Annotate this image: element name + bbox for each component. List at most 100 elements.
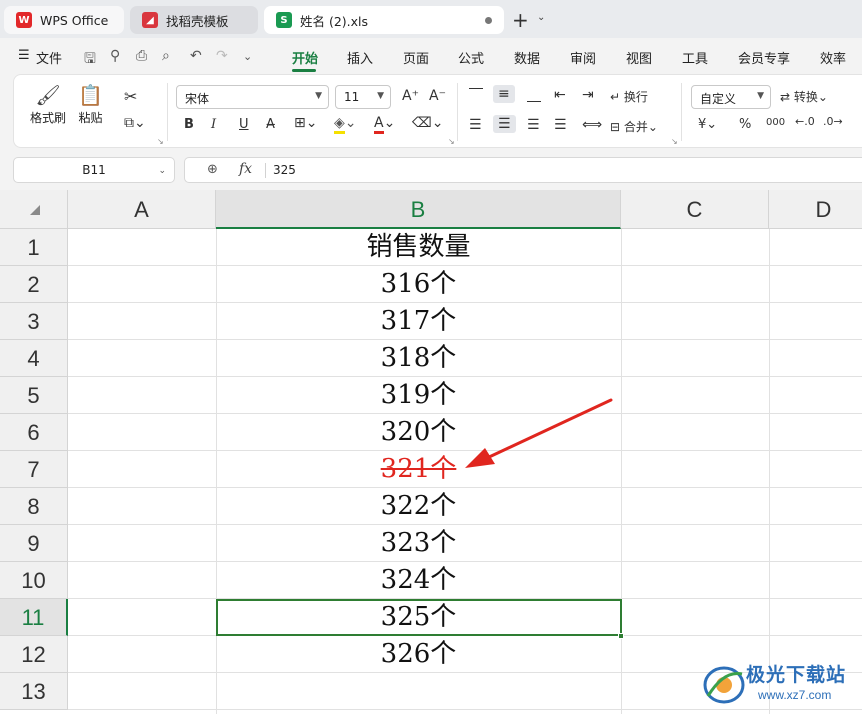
row-header[interactable]: 5 (0, 377, 68, 414)
eraser-icon[interactable]: ⌫⌄ (412, 115, 444, 131)
menu-efficiency[interactable]: 效率 (820, 48, 846, 67)
cell-b10[interactable]: 324个 (216, 562, 621, 599)
menu-tools[interactable]: 工具 (682, 48, 708, 67)
chevron-down-icon[interactable]: ⌄ (537, 12, 545, 23)
menu-review[interactable]: 审阅 (570, 48, 596, 67)
thousands-button[interactable]: 000 (766, 117, 785, 128)
distribute-icon[interactable]: ⟺ (582, 117, 602, 133)
fill-handle[interactable] (618, 633, 624, 639)
print-icon[interactable]: ⎙ (136, 48, 147, 64)
align-top-icon[interactable]: ⎺ (469, 87, 483, 103)
convert-button[interactable]: ⇄ 转换⌄ (780, 88, 828, 105)
decrease-decimal-icon[interactable]: .0→ (823, 115, 843, 128)
format-painter-button[interactable]: 🖌 格式刷 (30, 83, 66, 126)
bold-button[interactable]: B (184, 117, 194, 132)
unsaved-dot-icon[interactable] (485, 17, 492, 24)
add-tab-button[interactable]: + (512, 8, 529, 32)
justify-icon[interactable]: ☰ (554, 117, 567, 133)
formula-input[interactable]: 325 (273, 163, 296, 177)
undo-icon[interactable]: ↶ (190, 48, 202, 64)
align-right-icon[interactable]: ☰ (527, 117, 540, 133)
menu-file[interactable]: 文件 (36, 48, 62, 67)
cell-b13[interactable] (216, 673, 621, 710)
border-icon[interactable]: ⊞⌄ (294, 115, 317, 131)
dialog-launcher-icon[interactable]: ↘ (157, 137, 164, 146)
scissors-icon[interactable]: ✂ (124, 87, 137, 106)
align-middle-icon[interactable]: ≡ (493, 85, 515, 103)
menu-data[interactable]: 数据 (514, 48, 540, 67)
menu-page[interactable]: 页面 (403, 48, 429, 67)
select-all-button[interactable] (0, 190, 68, 229)
font-color-button[interactable]: A⌄ (374, 115, 395, 134)
print-preview-icon[interactable]: ⌕ (162, 48, 170, 64)
menu-home[interactable]: 开始 (292, 48, 318, 67)
watermark-title: 极光下载站 (746, 664, 847, 686)
cell-b2[interactable]: 316个 (216, 266, 621, 303)
paste-button[interactable]: 📋 粘贴 (78, 83, 103, 126)
share-icon[interactable]: ⚲ (110, 48, 120, 64)
column-header-b[interactable]: B (216, 190, 621, 229)
row-header[interactable]: 7 (0, 451, 68, 488)
insert-function-icon[interactable]: fx (239, 161, 252, 177)
row-header[interactable]: 8 (0, 488, 68, 525)
currency-button[interactable]: ¥⌄ (698, 117, 717, 132)
row-header[interactable]: 9 (0, 525, 68, 562)
fill-color-icon[interactable]: ◈⌄ (334, 115, 357, 134)
indent-decrease-icon[interactable]: ⇤ (554, 87, 566, 103)
row-header[interactable]: 4 (0, 340, 68, 377)
column-header-a[interactable]: A (68, 190, 216, 229)
tab-label: WPS Office (40, 12, 109, 28)
row-header[interactable]: 12 (0, 636, 68, 673)
menu-view[interactable]: 视图 (626, 48, 652, 67)
wrap-text-button[interactable]: ↵ 换行 (610, 88, 648, 105)
row-header[interactable]: 2 (0, 266, 68, 303)
dialog-launcher-icon[interactable]: ↘ (671, 137, 678, 146)
percent-button[interactable]: % (739, 117, 751, 132)
align-bottom-icon[interactable]: ⎽ (527, 87, 541, 103)
menu-formula[interactable]: 公式 (458, 48, 484, 67)
cell-b12[interactable]: 326个 (216, 636, 621, 673)
row-header[interactable]: 6 (0, 414, 68, 451)
chevron-down-icon[interactable]: ⌄ (158, 159, 166, 183)
dialog-launcher-icon[interactable]: ↘ (448, 137, 455, 146)
cell-b1[interactable]: 销售数量 (216, 229, 621, 266)
align-left-icon[interactable]: ☰ (469, 117, 482, 133)
hamburger-icon[interactable]: ☰ (18, 48, 30, 63)
increase-font-icon[interactable]: A⁺ (402, 88, 419, 104)
row-header[interactable]: 13 (0, 673, 68, 710)
cell-b3[interactable]: 317个 (216, 303, 621, 340)
cell-b4[interactable]: 318个 (216, 340, 621, 377)
number-format-select[interactable]: 自定义 ▼ (691, 85, 771, 109)
underline-button[interactable]: U (239, 117, 249, 132)
menu-member[interactable]: 会员专享 (738, 48, 790, 67)
tab-template[interactable]: ◢ 找稻壳模板 (130, 6, 258, 34)
chevron-down-icon[interactable]: ⌄ (243, 50, 252, 63)
row-header[interactable]: 11 (0, 599, 68, 636)
redo-icon[interactable]: ↷ (216, 48, 228, 64)
row-header[interactable]: 3 (0, 303, 68, 340)
row-header[interactable]: 10 (0, 562, 68, 599)
font-size-select[interactable]: 11 ▼ (335, 85, 391, 109)
menu-insert[interactable]: 插入 (347, 48, 373, 67)
column-header-d[interactable]: D (769, 190, 862, 229)
tab-wps-office[interactable]: W WPS Office (4, 6, 124, 34)
font-name-select[interactable]: 宋体 ▼ (176, 85, 329, 109)
column-header-c[interactable]: C (621, 190, 769, 229)
strikethrough-icon[interactable]: A̶ (266, 117, 275, 132)
tab-document[interactable]: S 姓名 (2).xls (264, 6, 504, 34)
name-box[interactable]: B11 ⌄ (13, 157, 175, 183)
zoom-icon[interactable]: ⊕ (207, 162, 218, 177)
increase-decimal-icon[interactable]: ←.0 (795, 115, 815, 128)
copy-icon[interactable]: ⧉⌄ (124, 115, 146, 131)
decrease-font-icon[interactable]: A⁻ (429, 88, 446, 104)
selected-cell-b11[interactable] (216, 599, 622, 636)
indent-increase-icon[interactable]: ⇥ (582, 87, 594, 103)
save-icon[interactable]: 🖫 (84, 48, 96, 72)
align-center-icon[interactable]: ☰ (493, 115, 516, 133)
cell-b8[interactable]: 322个 (216, 488, 621, 525)
cell-b9[interactable]: 323个 (216, 525, 621, 562)
brush-icon: 🖌 (35, 83, 61, 107)
row-header[interactable]: 1 (0, 229, 68, 266)
merge-button[interactable]: ⊟ 合并⌄ (610, 118, 658, 135)
italic-button[interactable]: I (211, 117, 216, 132)
